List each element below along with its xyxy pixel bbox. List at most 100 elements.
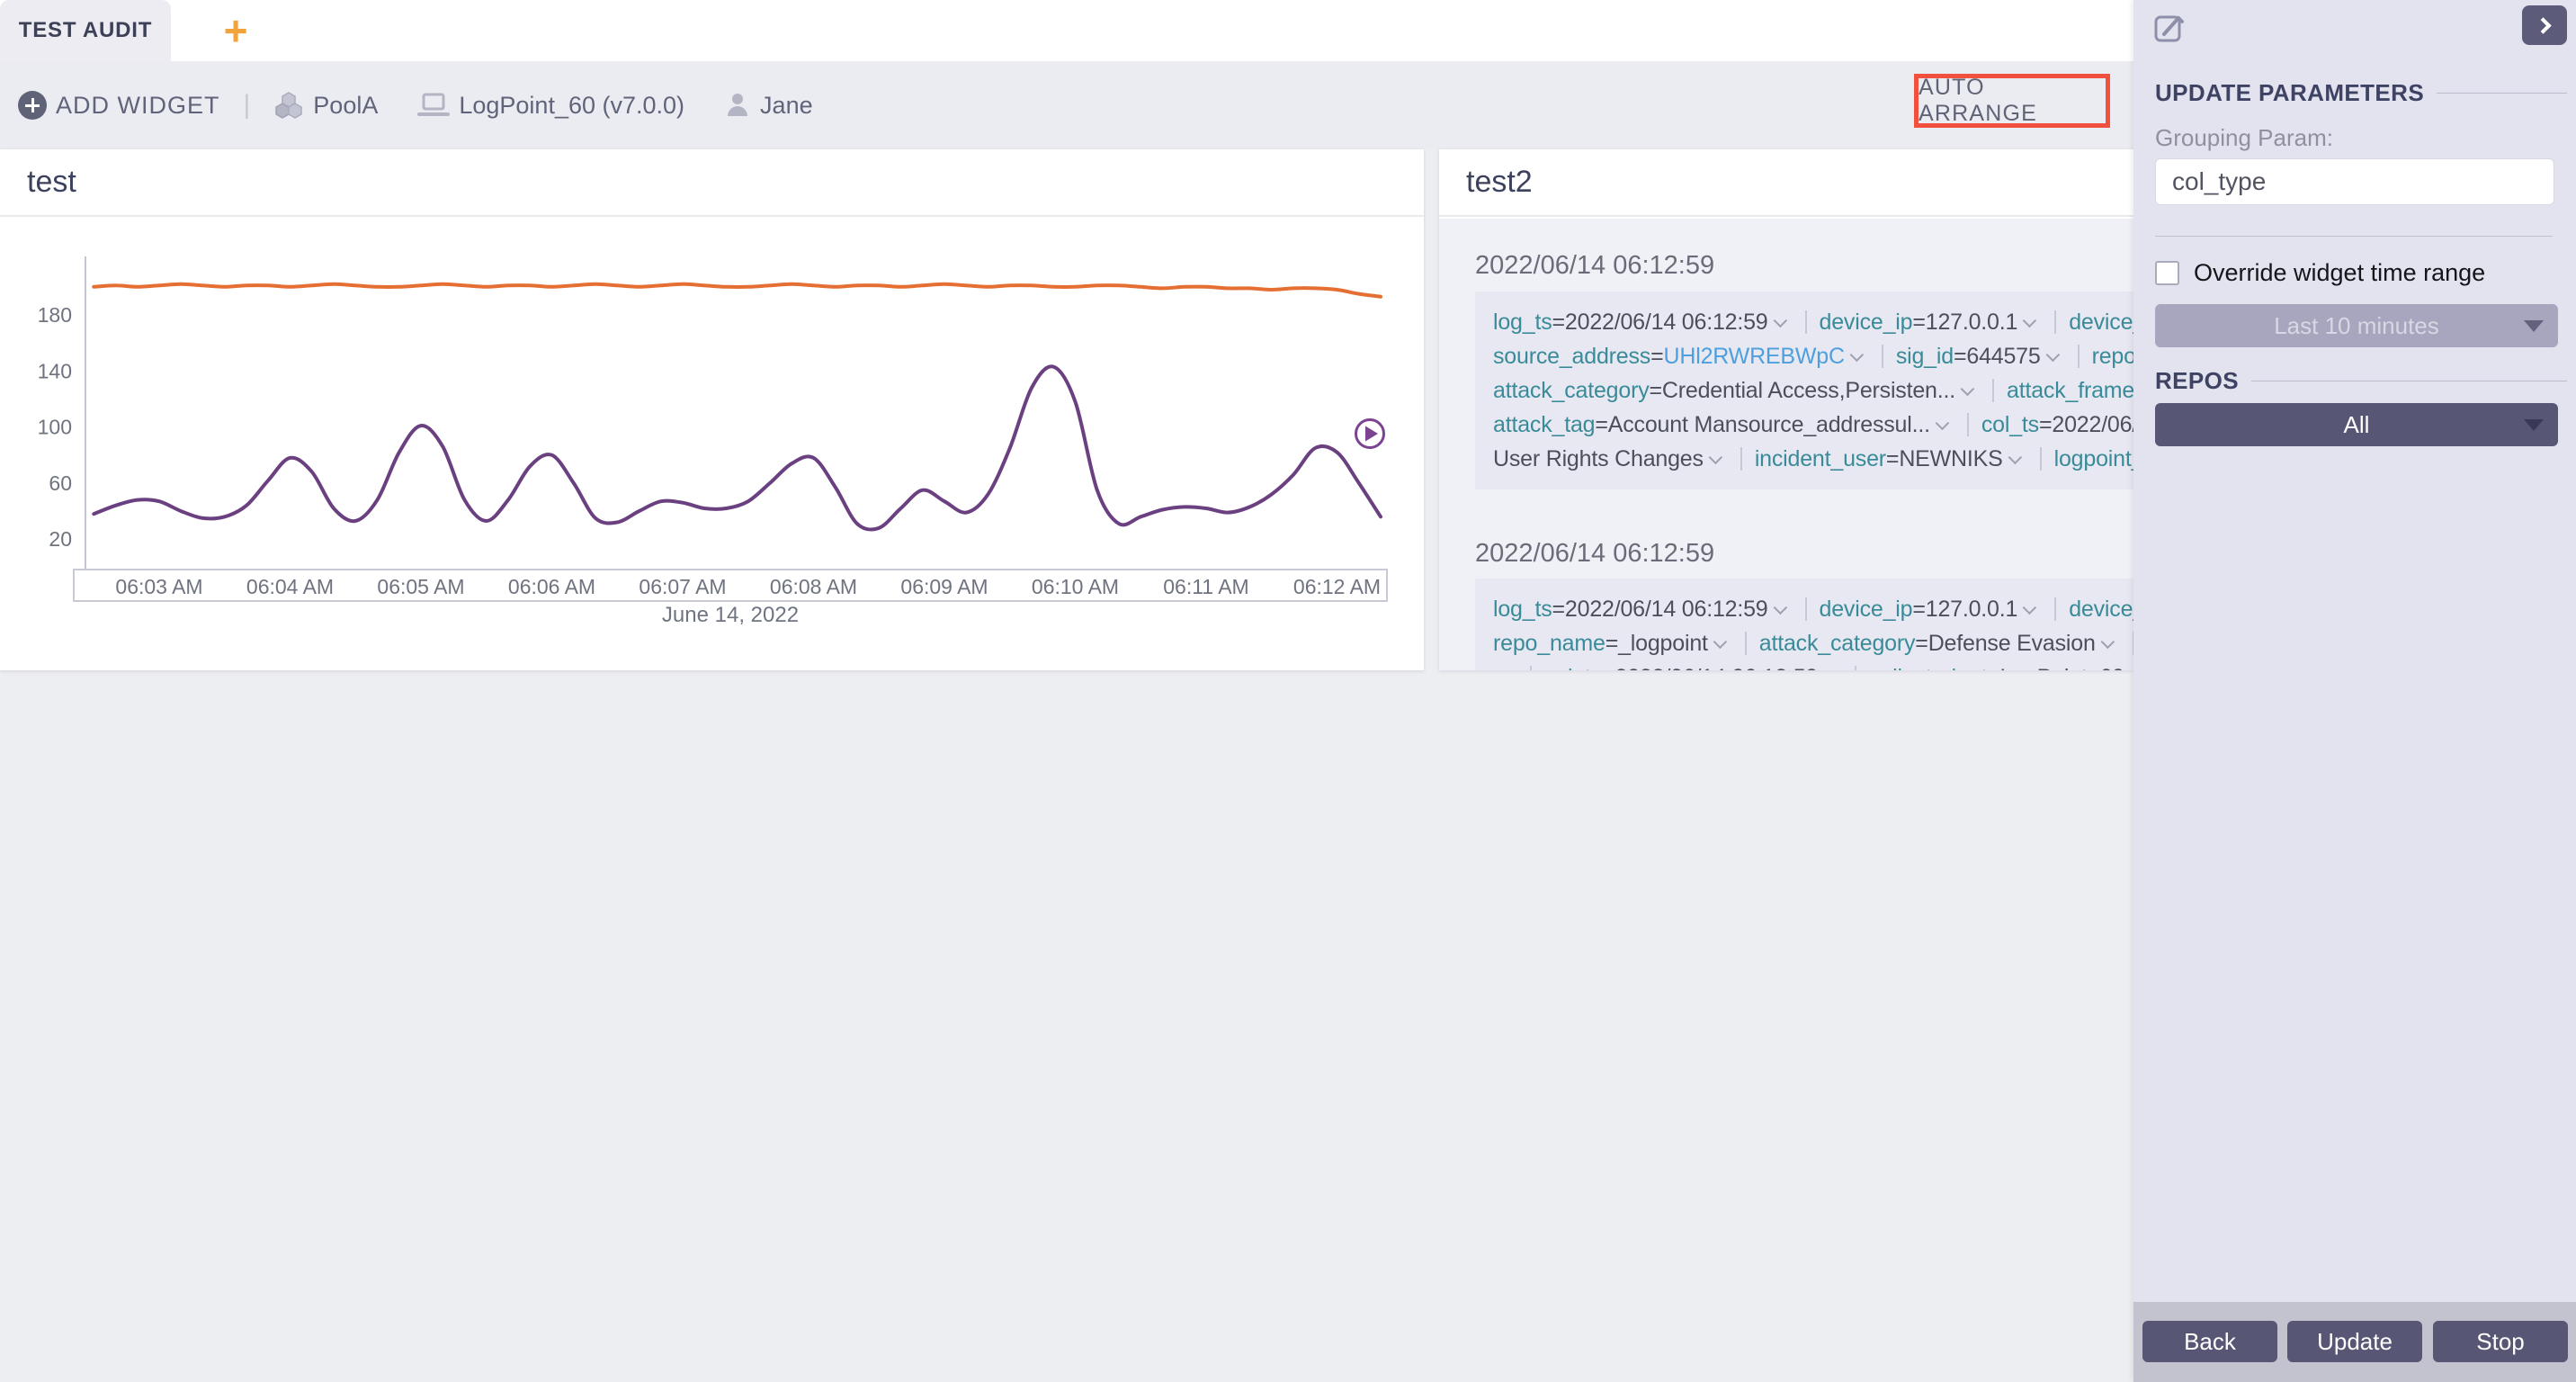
chevron-down-icon[interactable] — [2008, 451, 2022, 465]
log-value[interactable]: 2022/06/14 06:12:59 — [1565, 310, 1768, 335]
log-entry: log_ts=2022/06/14 06:12:59device_ip=127.… — [1475, 579, 2133, 670]
svg-text:100: 100 — [38, 416, 72, 439]
svg-text:06:03 AM: 06:03 AM — [115, 575, 202, 598]
log-line: log_ts=2022/06/14 06:12:59device_ip=127.… — [1493, 305, 2133, 339]
chevron-down-icon[interactable] — [1713, 635, 1727, 650]
pipe-separator — [1967, 413, 1969, 436]
pipe-separator — [1740, 447, 1742, 471]
log-key[interactable]: repo_name — [1493, 631, 1606, 656]
svg-text:06:09 AM: 06:09 AM — [900, 575, 988, 598]
log-value[interactable]: Defense Evasion — [1928, 631, 2096, 656]
log-key[interactable]: col_ts — [1981, 412, 2039, 437]
log-value[interactable]: LogPoint_60 — [2000, 665, 2124, 670]
tab-label: TEST AUDIT — [19, 18, 152, 43]
pipe-separator — [1805, 597, 1807, 621]
add-widget-label: ADD WIDGET — [56, 92, 220, 120]
auto-arrange-button[interactable]: AUTO ARRANGE — [1919, 75, 2106, 127]
repos-section: REPOS — [2155, 367, 2567, 395]
toolbar-separator: | — [244, 90, 251, 121]
chevron-down-icon[interactable] — [1498, 669, 1513, 670]
user-icon — [724, 91, 751, 120]
stop-button[interactable]: Stop — [2433, 1321, 2568, 1362]
log-key[interactable]: device_ — [2069, 310, 2133, 335]
log-key[interactable]: device_ip — [1820, 310, 1913, 335]
log-key[interactable]: col_ts — [1544, 665, 1602, 670]
log-value[interactable]: 644575 — [1966, 344, 2040, 369]
log-key[interactable]: device_ip — [1820, 597, 1913, 622]
repos-label: REPOS — [2155, 367, 2239, 395]
equals-sign: = — [1650, 378, 1662, 403]
log-value[interactable]: 2022/06/ — [2052, 412, 2133, 437]
chevron-down-icon[interactable] — [2023, 601, 2037, 615]
log-key[interactable]: log_ts — [1493, 310, 1552, 335]
grouping-param-label: Grouping Param: — [2155, 124, 2333, 152]
log-value[interactable]: 127.0.0.1 — [1926, 310, 2017, 335]
log-key[interactable]: source_address — [1493, 344, 1650, 369]
log-value[interactable]: 2022/06/14 06:12:59 — [1565, 597, 1768, 622]
add-tab-button[interactable]: + — [214, 9, 257, 52]
chevron-down-icon[interactable] — [2045, 348, 2060, 363]
play-button[interactable] — [1352, 416, 1388, 452]
svg-text:06:08 AM: 06:08 AM — [770, 575, 857, 598]
update-button[interactable]: Update — [2287, 1321, 2422, 1362]
chevron-down-icon[interactable] — [1708, 451, 1722, 465]
log-key[interactable]: attack_tag — [1493, 412, 1595, 437]
tab-test-audit[interactable]: TEST AUDIT — [0, 0, 171, 61]
grouping-param-input[interactable] — [2155, 158, 2554, 205]
equals-sign: = — [1606, 631, 1618, 656]
pipe-separator — [1530, 666, 1532, 670]
log-value[interactable]: _logpoint — [1618, 631, 1708, 656]
edit-icon[interactable] — [2151, 9, 2187, 45]
panel-footer: Back Update Stop — [2133, 1302, 2576, 1382]
log-value[interactable]: Credential Access,Persisten... — [1662, 378, 1955, 403]
pool-cubes-icon — [273, 90, 304, 121]
time-range-value: Last 10 minutes — [2274, 312, 2439, 340]
log-key[interactable]: attack_category — [1493, 378, 1650, 403]
log-value[interactable]: User Rights Changes — [1493, 446, 1704, 471]
chevron-down-icon[interactable] — [1773, 601, 1787, 615]
log-key[interactable]: device_ — [2069, 597, 2133, 622]
chevron-down-icon[interactable] — [1773, 314, 1787, 328]
log-key[interactable]: collected_at — [1869, 665, 1987, 670]
log-timestamp: 2022/06/14 06:12:59 — [1475, 251, 1714, 281]
pipe-separator — [1992, 379, 1994, 402]
device-label: LogPoint_60 (v7.0.0) — [459, 92, 684, 120]
log-key[interactable]: log_ts — [1493, 597, 1552, 622]
equals-sign: = — [1552, 597, 1565, 622]
log-key[interactable]: sig_id — [1896, 344, 1954, 369]
chevron-down-icon[interactable] — [1823, 669, 1838, 670]
svg-text:06:10 AM: 06:10 AM — [1032, 575, 1119, 598]
add-widget-button[interactable]: ADD WIDGET — [18, 91, 220, 120]
pipe-separator — [2054, 597, 2056, 621]
override-time-range-checkbox[interactable] — [2155, 261, 2179, 285]
chevron-down-icon[interactable] — [1935, 417, 1949, 431]
log-key[interactable]: attack_framew — [2007, 378, 2133, 403]
log-link[interactable]: UHl2RWREBWpC — [1664, 344, 1845, 369]
repos-select[interactable]: All — [2155, 403, 2558, 446]
log-value[interactable]: 2022/06/14 06:12:59 — [1615, 665, 1819, 670]
widget-test-title: test — [27, 165, 76, 200]
log-value[interactable]: 127.0.0.1 — [1926, 597, 2017, 622]
back-button[interactable]: Back — [2142, 1321, 2277, 1362]
log-key[interactable]: attack_category — [1759, 631, 1916, 656]
user-label: Jane — [760, 92, 813, 120]
log-key[interactable]: incident_user — [1755, 446, 1886, 471]
log-timestamp: 2022/06/14 06:12:59 — [1475, 539, 1714, 569]
chevron-down-icon[interactable] — [2100, 635, 2115, 650]
log-value[interactable]: Account Mansource_addressul... — [1608, 412, 1930, 437]
divider — [2155, 236, 2553, 237]
chevron-down-icon[interactable] — [1849, 348, 1864, 363]
tab-bar: TEST AUDIT + — [0, 0, 2133, 61]
svg-text:06:05 AM: 06:05 AM — [377, 575, 464, 598]
collapse-panel-button[interactable] — [2522, 5, 2567, 45]
log-key[interactable]: logpoint_n — [2054, 446, 2133, 471]
equals-sign: = — [1886, 446, 1899, 471]
pipe-separator — [2040, 447, 2042, 471]
update-parameters-title: UPDATE PARAMETERS — [2155, 79, 2424, 107]
svg-text:60: 60 — [49, 471, 72, 495]
chevron-down-icon[interactable] — [1961, 382, 1975, 397]
user-indicator: Jane — [724, 91, 813, 120]
log-key[interactable]: repo_na — [2092, 344, 2133, 369]
chevron-down-icon[interactable] — [2023, 314, 2037, 328]
log-value[interactable]: NEWNIKS — [1899, 446, 2002, 471]
